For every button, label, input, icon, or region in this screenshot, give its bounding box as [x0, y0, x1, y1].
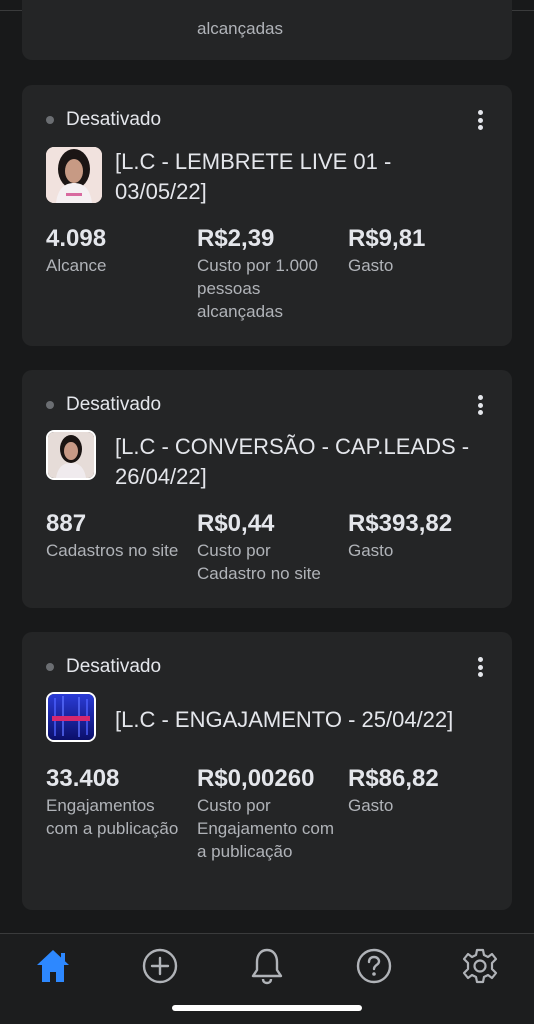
campaign-title: [L.C - CONVERSÃO - CAP.LEADS - 26/04/22]	[115, 434, 470, 489]
metric-label: Engajamentos com a publicação	[46, 796, 179, 838]
metric-value: 33.408	[46, 765, 120, 792]
metric-spent: R$9,81 Gasto	[348, 225, 488, 277]
campaign-title: [L.C - LEMBRETE LIVE 01 - 03/05/22]	[115, 149, 392, 204]
metric-reach: 4.098 Alcance	[46, 225, 186, 277]
campaign-card-partial[interactable]: alcançadas	[22, 0, 512, 60]
status-label: Desativado	[66, 394, 162, 415]
tab-create[interactable]	[140, 946, 180, 986]
metric-spent: R$393,82 Gasto	[348, 510, 488, 562]
metric-value: 887	[46, 510, 87, 537]
settings-gear-icon	[462, 948, 498, 984]
status-dot-icon	[46, 116, 54, 124]
metric-label: Cadastros no site	[46, 541, 179, 560]
bell-icon	[251, 948, 283, 985]
metric-spent: R$86,82 Gasto	[348, 765, 488, 817]
metric-engagements: 33.408 Engajamentos com a publicação	[46, 765, 186, 840]
add-circle-icon	[142, 948, 178, 984]
status-row: Desativado	[46, 109, 161, 131]
more-options-button[interactable]	[472, 392, 488, 418]
status-dot-icon	[46, 663, 54, 671]
metric-value: 4.098	[46, 225, 107, 252]
status-label: Desativado	[66, 109, 162, 130]
help-icon	[356, 948, 392, 984]
metric-label: Gasto	[348, 541, 394, 560]
home-icon	[37, 950, 69, 982]
metric-cost: R$2,39 Custo por 1.000 pessoas alcançada…	[197, 225, 337, 323]
campaign-thumbnail	[46, 147, 102, 203]
more-options-button[interactable]	[472, 107, 488, 133]
metric-label: Custo por 1.000 pessoas alcançadas	[197, 256, 318, 321]
metric-value: R$86,82	[348, 765, 439, 792]
metric-label: Alcance	[46, 256, 107, 275]
status-label: Desativado	[66, 656, 162, 677]
tab-notifications[interactable]	[247, 946, 287, 986]
metric-label: Custo por Cadastro no site	[197, 541, 321, 583]
home-indicator	[172, 1005, 362, 1011]
tab-home[interactable]	[33, 946, 73, 986]
metric-cost: R$0,44 Custo por Cadastro no site	[197, 510, 337, 585]
campaign-card[interactable]: Desativado [L.C - CONVERSÃO - CAP.LEADS …	[22, 370, 512, 608]
metric-value: R$2,39	[197, 225, 275, 252]
metric-label: alcançadas	[197, 19, 284, 38]
campaign-card[interactable]: Desativado [L.C - ENGAJAMENTO - 25/04/22…	[22, 632, 512, 910]
metric-label: Gasto	[348, 796, 394, 815]
metric-cost: R$0,00260 Custo por Engajamento com a pu…	[197, 765, 342, 863]
campaign-card[interactable]: Desativado [L.C - LEMBRETE LIVE 01 - 03/…	[22, 85, 512, 346]
campaign-thumbnail	[46, 430, 96, 480]
campaign-thumbnail	[46, 692, 96, 742]
metric-label: Gasto	[348, 256, 394, 275]
tab-help[interactable]	[354, 946, 394, 986]
status-row: Desativado	[46, 656, 161, 678]
metric-label: Custo por Engajamento com a publicação	[197, 796, 335, 861]
metric-signups: 887 Cadastros no site	[46, 510, 186, 562]
metric-value: R$9,81	[348, 225, 426, 252]
more-options-button[interactable]	[472, 654, 488, 680]
campaign-title: [L.C - ENGAJAMENTO - 25/04/22]	[115, 707, 454, 732]
metric-value: R$0,00260	[197, 765, 315, 792]
tab-settings[interactable]	[460, 946, 500, 986]
metric-value: R$393,82	[348, 510, 453, 537]
metric-value: R$0,44	[197, 510, 275, 537]
status-row: Desativado	[46, 394, 161, 416]
status-dot-icon	[46, 401, 54, 409]
